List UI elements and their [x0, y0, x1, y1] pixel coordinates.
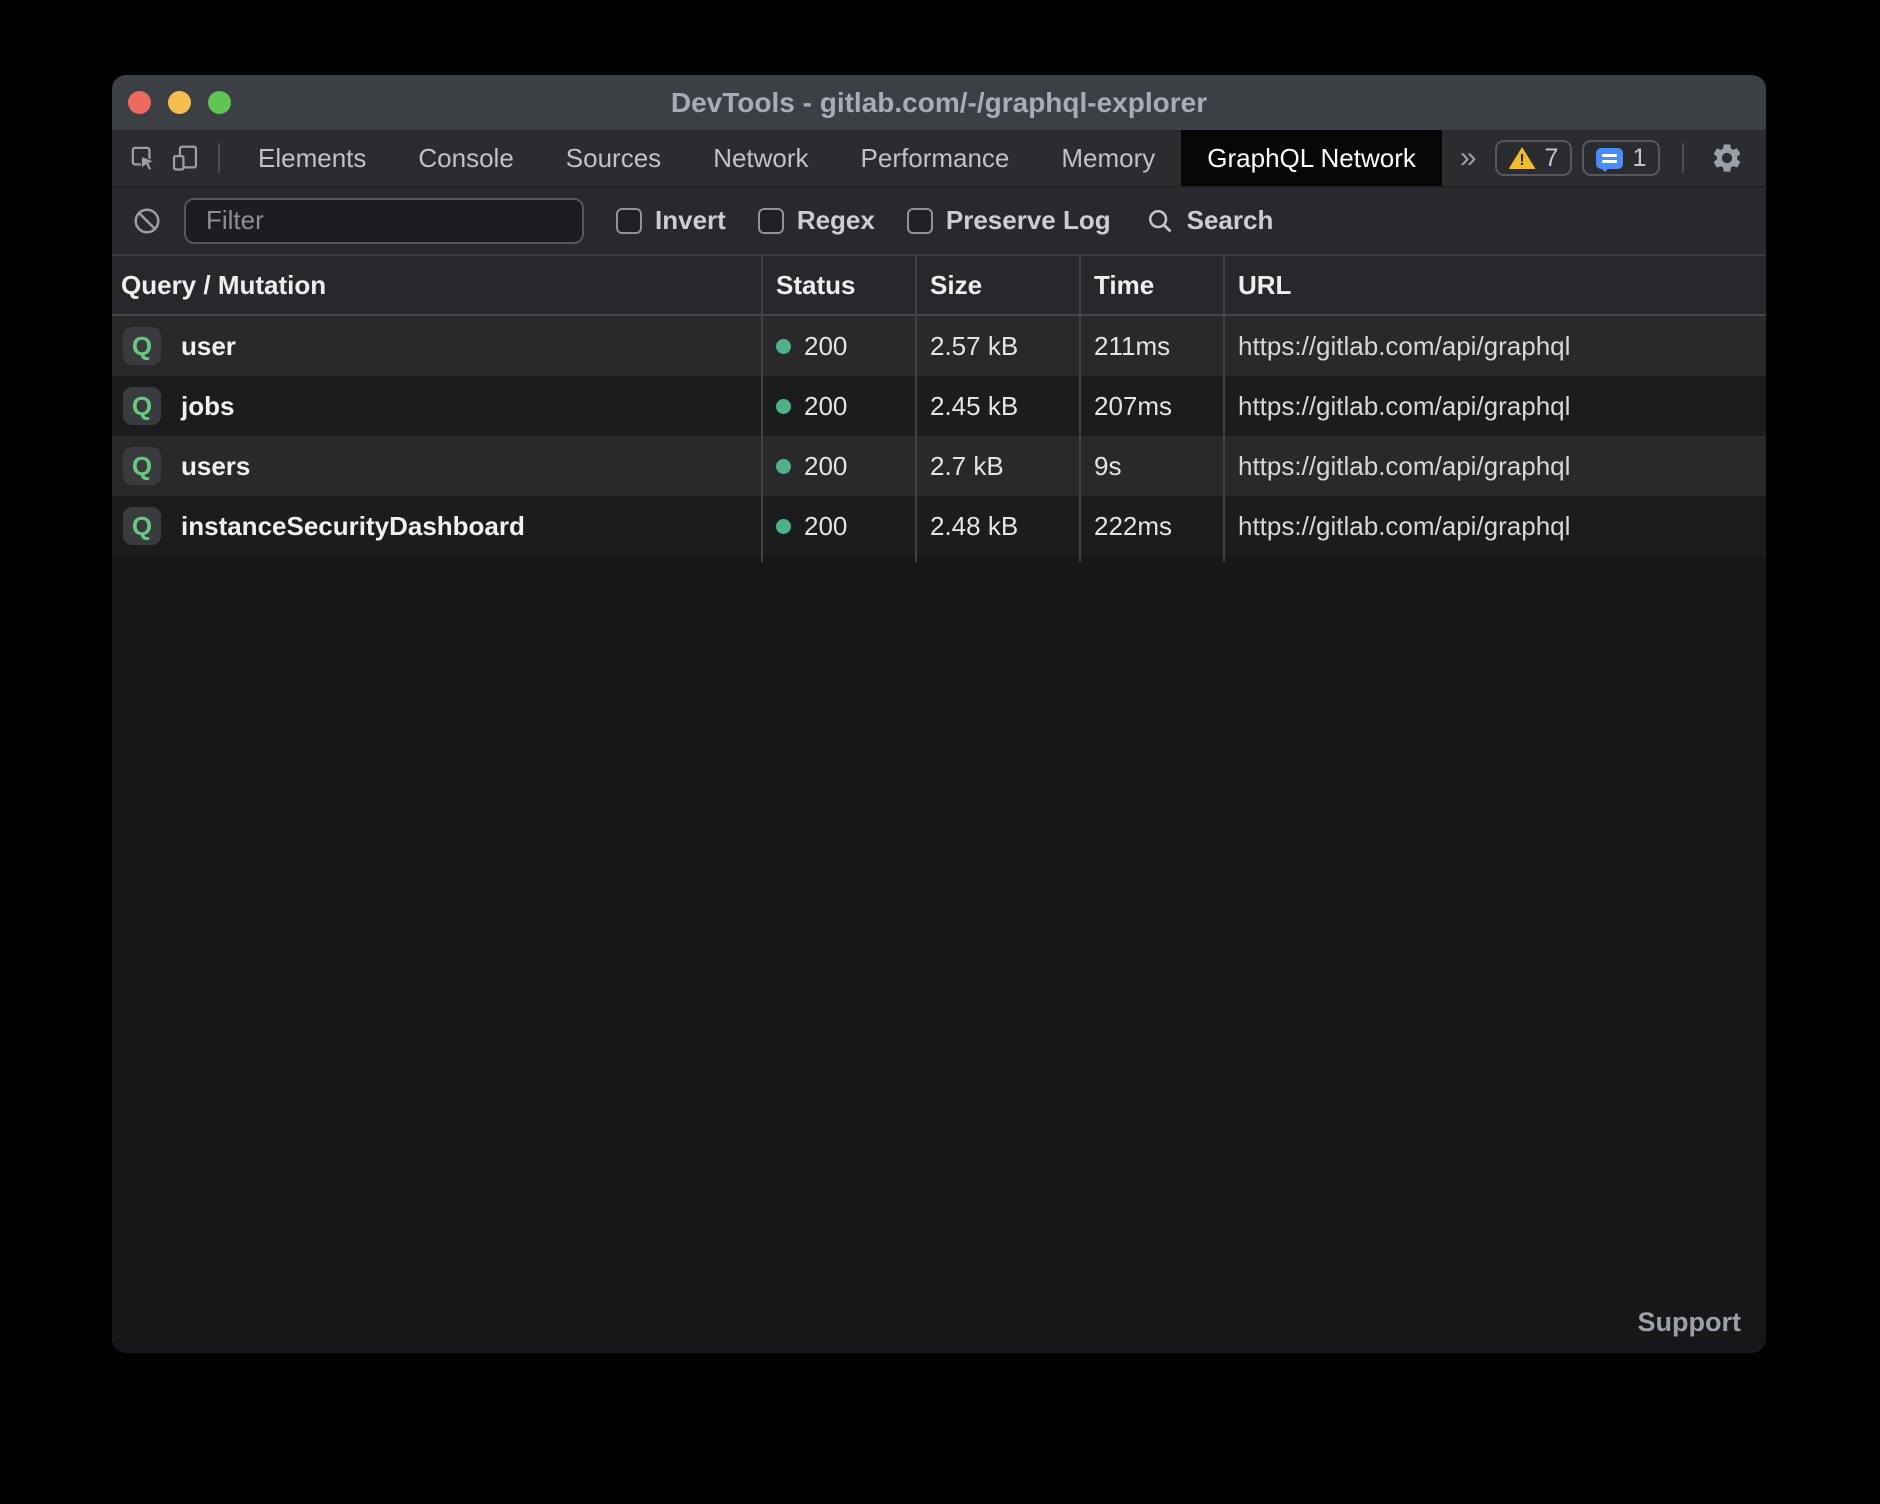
message-icon: [1596, 148, 1623, 169]
request-url: https://gitlab.com/api/graphql: [1224, 436, 1766, 496]
response-time: 207ms: [1080, 376, 1224, 436]
request-row[interactable]: Q user 200 2.57 kB 211ms https://gitlab.…: [112, 316, 1766, 376]
preserve-log-checkbox-box[interactable]: [907, 208, 933, 234]
regex-checkbox-box[interactable]: [758, 208, 784, 234]
column-divider[interactable]: [1223, 256, 1225, 562]
request-url: https://gitlab.com/api/graphql: [1224, 376, 1766, 436]
response-time: 9s: [1080, 436, 1224, 496]
query-name: user: [181, 331, 236, 362]
response-size: 2.48 kB: [916, 496, 1080, 556]
preserve-log-checkbox[interactable]: Preserve Log: [907, 205, 1111, 236]
more-options-icon[interactable]: [1758, 138, 1766, 178]
regex-checkbox[interactable]: Regex: [758, 205, 875, 236]
requests-table: Query / Mutation Status Size Time URL Q …: [112, 256, 1766, 556]
devtools-window: DevTools - gitlab.com/-/graphql-explorer…: [112, 75, 1766, 1353]
filter-checkboxes: Invert Regex Preserve Log: [584, 205, 1111, 236]
tab-sources[interactable]: Sources: [540, 130, 687, 186]
status-ok-dot: [776, 519, 791, 534]
query-type-badge: Q: [123, 447, 161, 485]
invert-checkbox-box[interactable]: [616, 208, 642, 234]
warning-icon: [1509, 147, 1536, 170]
toolbar-right-divider: [1682, 143, 1684, 173]
request-url: https://gitlab.com/api/graphql: [1224, 316, 1766, 376]
toolbar-divider: [218, 143, 220, 173]
table-body: Q user 200 2.57 kB 211ms https://gitlab.…: [112, 316, 1766, 556]
filter-bar: Invert Regex Preserve Log Search: [112, 186, 1766, 256]
query-name: users: [181, 451, 250, 482]
status-code: 200: [804, 511, 847, 542]
titlebar: DevTools - gitlab.com/-/graphql-explorer: [112, 75, 1766, 130]
tab-elements[interactable]: Elements: [232, 130, 392, 186]
status-code: 200: [804, 331, 847, 362]
column-divider[interactable]: [761, 256, 763, 562]
status-code: 200: [804, 451, 847, 482]
query-name: instanceSecurityDashboard: [181, 511, 525, 542]
clear-icon[interactable]: [126, 200, 168, 242]
more-tabs-button[interactable]: »: [1442, 141, 1495, 175]
response-size: 2.45 kB: [916, 376, 1080, 436]
message-count: 1: [1632, 144, 1646, 173]
table-header: Query / Mutation Status Size Time URL: [112, 256, 1766, 316]
tab-console[interactable]: Console: [392, 130, 539, 186]
query-type-badge: Q: [123, 507, 161, 545]
regex-checkbox-label: Regex: [797, 205, 875, 236]
issues-badge[interactable]: 1: [1582, 140, 1660, 176]
request-row[interactable]: Q jobs 200 2.45 kB 207ms https://gitlab.…: [112, 376, 1766, 436]
invert-checkbox-label: Invert: [655, 205, 726, 236]
column-divider[interactable]: [915, 256, 917, 562]
preserve-log-checkbox-label: Preserve Log: [946, 205, 1111, 236]
devtools-toolbar: ElementsConsoleSourcesNetworkPerformance…: [112, 130, 1766, 186]
column-header-url[interactable]: URL: [1224, 256, 1766, 314]
invert-checkbox[interactable]: Invert: [616, 205, 726, 236]
tab-memory[interactable]: Memory: [1035, 130, 1181, 186]
query-name: jobs: [181, 391, 234, 422]
request-url: https://gitlab.com/api/graphql: [1224, 496, 1766, 556]
column-header-query[interactable]: Query / Mutation: [112, 256, 762, 314]
response-size: 2.7 kB: [916, 436, 1080, 496]
tab-performance[interactable]: Performance: [835, 130, 1036, 186]
filter-input[interactable]: [184, 198, 584, 244]
request-row[interactable]: Q users 200 2.7 kB 9s https://gitlab.com…: [112, 436, 1766, 496]
column-header-status[interactable]: Status: [762, 256, 916, 314]
search-label: Search: [1187, 205, 1274, 236]
column-header-size[interactable]: Size: [916, 256, 1080, 314]
device-toolbar-icon[interactable]: [164, 137, 206, 179]
request-row[interactable]: Q instanceSecurityDashboard 200 2.48 kB …: [112, 496, 1766, 556]
tab-network[interactable]: Network: [687, 130, 834, 186]
query-type-badge: Q: [123, 327, 161, 365]
status-ok-dot: [776, 459, 791, 474]
warning-count: 7: [1545, 144, 1559, 173]
query-type-badge: Q: [123, 387, 161, 425]
status-ok-dot: [776, 399, 791, 414]
warnings-badge[interactable]: 7: [1495, 140, 1573, 176]
status-code: 200: [804, 391, 847, 422]
response-time: 222ms: [1080, 496, 1224, 556]
response-time: 211ms: [1080, 316, 1224, 376]
status-ok-dot: [776, 339, 791, 354]
window-title: DevTools - gitlab.com/-/graphql-explorer: [112, 87, 1766, 119]
support-link[interactable]: Support: [1638, 1307, 1741, 1338]
settings-gear-icon[interactable]: [1706, 137, 1748, 179]
toolbar-right: 7 1: [1495, 137, 1766, 179]
inspect-element-icon[interactable]: [122, 137, 164, 179]
search-button[interactable]: Search: [1145, 205, 1274, 236]
response-size: 2.57 kB: [916, 316, 1080, 376]
column-header-time[interactable]: Time: [1080, 256, 1224, 314]
tab-graphql-network[interactable]: GraphQL Network: [1181, 130, 1442, 186]
column-divider[interactable]: [1079, 256, 1081, 562]
tab-strip: ElementsConsoleSourcesNetworkPerformance…: [232, 130, 1442, 186]
